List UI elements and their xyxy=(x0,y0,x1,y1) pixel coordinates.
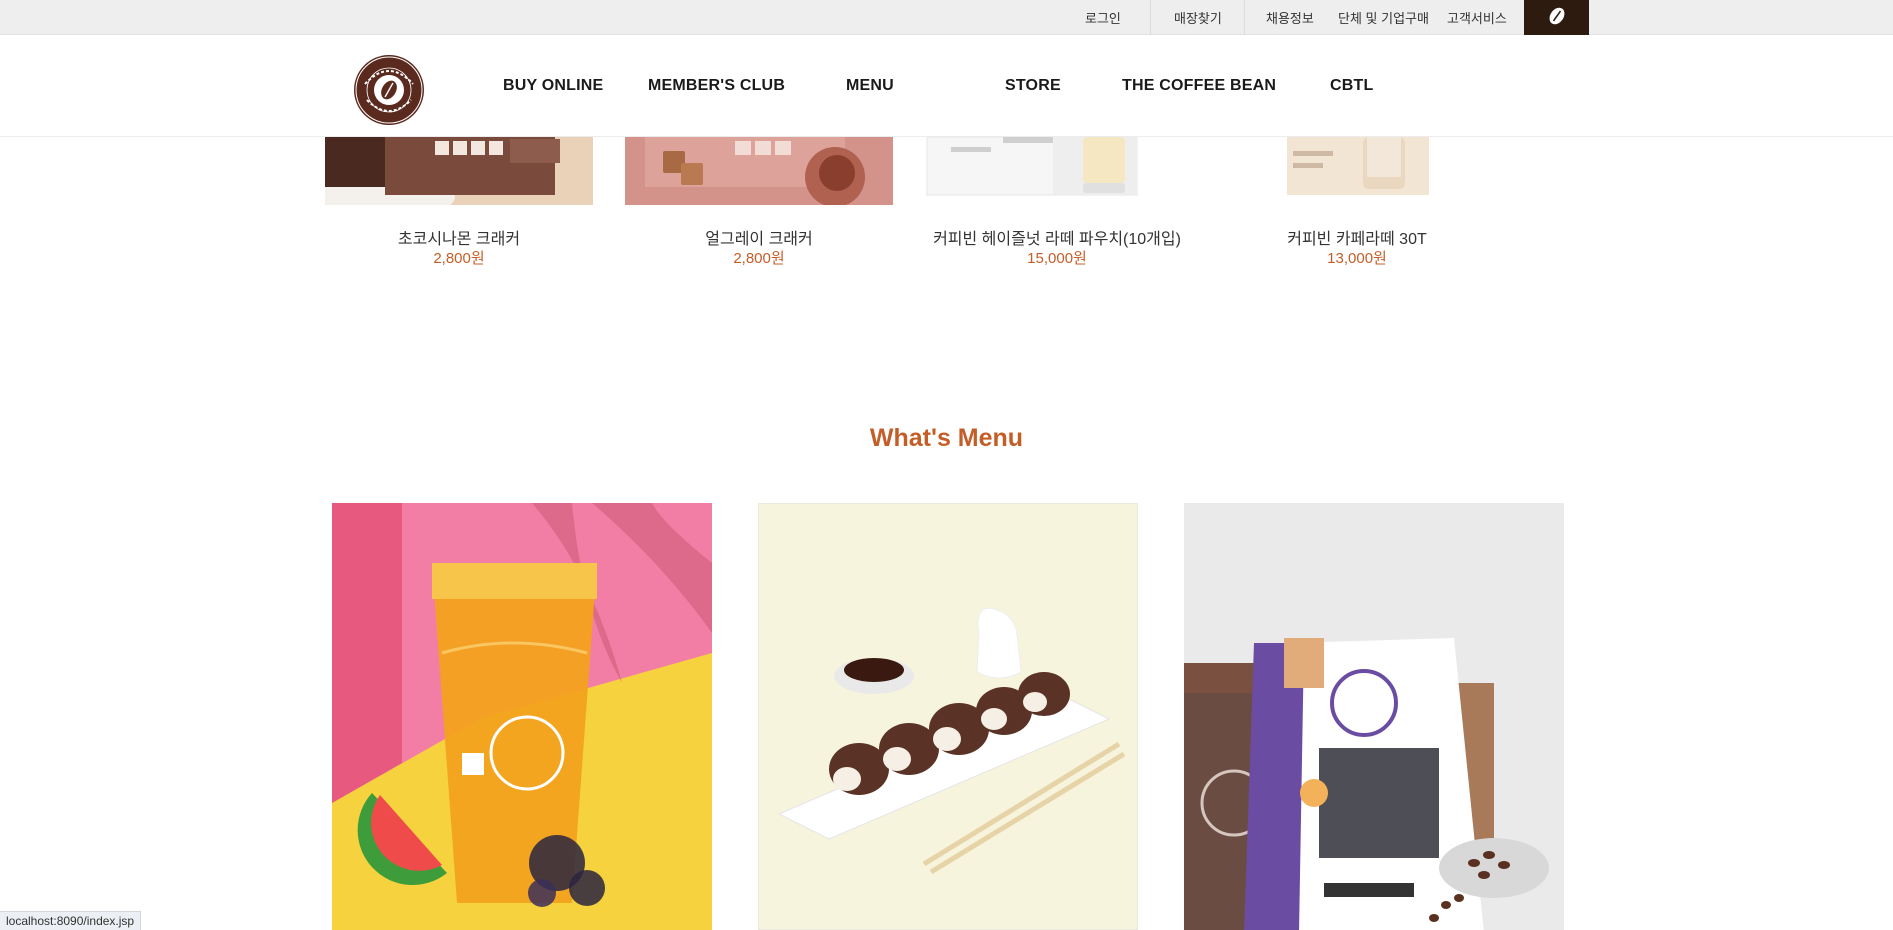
corporate-purchase-link[interactable]: 단체 및 기업구매 xyxy=(1338,8,1429,27)
utility-bar: 로그인 매장찾기 채용정보 단체 및 기업구매 고객서비스 xyxy=(0,0,1893,36)
product-item[interactable]: 커피빈 헤이즐넛 라떼 파우치(10개입) 15,000원 xyxy=(923,137,1191,267)
coffee-bean-logo[interactable] xyxy=(353,54,425,126)
login-link[interactable]: 로그인 xyxy=(1085,8,1121,27)
product-image[interactable] xyxy=(325,137,593,205)
product-item[interactable]: 얼그레이 크래커 2,800원 xyxy=(625,137,893,267)
coffee-bean-icon xyxy=(1546,5,1568,32)
utility-divider xyxy=(1244,0,1245,35)
main-header: BUY ONLINE MEMBER'S CLUB MENU STORE THE … xyxy=(0,35,1893,137)
product-price: 15,000원 xyxy=(1027,250,1087,267)
product-image[interactable] xyxy=(1223,137,1491,205)
product-item[interactable]: 초코시나몬 크래커 2,800원 xyxy=(325,137,593,267)
recruit-link[interactable]: 채용정보 xyxy=(1266,8,1314,27)
product-price: 13,000원 xyxy=(1327,250,1387,267)
menu-card-dessert[interactable] xyxy=(758,503,1138,930)
nav-buy-online[interactable]: BUY ONLINE xyxy=(503,77,603,95)
product-price: 2,800원 xyxy=(733,250,785,267)
product-name[interactable]: 초코시나몬 크래커 xyxy=(325,225,593,249)
nav-members-club[interactable]: MEMBER'S CLUB xyxy=(648,77,785,95)
nav-menu[interactable]: MENU xyxy=(846,77,894,95)
product-name[interactable]: 커피빈 카페라떼 30T xyxy=(1223,225,1491,249)
nav-cbtl[interactable]: CBTL xyxy=(1330,77,1373,95)
status-url: localhost:8090/index.jsp xyxy=(0,911,142,930)
whats-menu-title: What's Menu xyxy=(869,424,1024,452)
product-name[interactable]: 얼그레이 크래커 xyxy=(625,225,893,249)
nav-the-coffee-bean[interactable]: THE COFFEE BEAN xyxy=(1122,77,1276,95)
customer-service-link[interactable]: 고객서비스 xyxy=(1447,8,1507,27)
product-price: 2,800원 xyxy=(433,250,485,267)
product-item[interactable]: 커피빈 카페라떼 30T 13,000원 xyxy=(1223,137,1491,267)
utility-divider xyxy=(1150,0,1151,35)
menu-card-coffee-bean[interactable] xyxy=(1184,503,1564,930)
product-image[interactable] xyxy=(625,137,893,205)
product-name[interactable]: 커피빈 헤이즐넛 라떼 파우치(10개입) xyxy=(923,225,1191,249)
nav-store[interactable]: STORE xyxy=(1005,77,1061,95)
coffee-bean-button[interactable] xyxy=(1524,0,1589,36)
menu-card-drink[interactable] xyxy=(332,503,712,930)
product-image[interactable] xyxy=(923,137,1191,205)
store-finder-link[interactable]: 매장찾기 xyxy=(1174,8,1222,27)
